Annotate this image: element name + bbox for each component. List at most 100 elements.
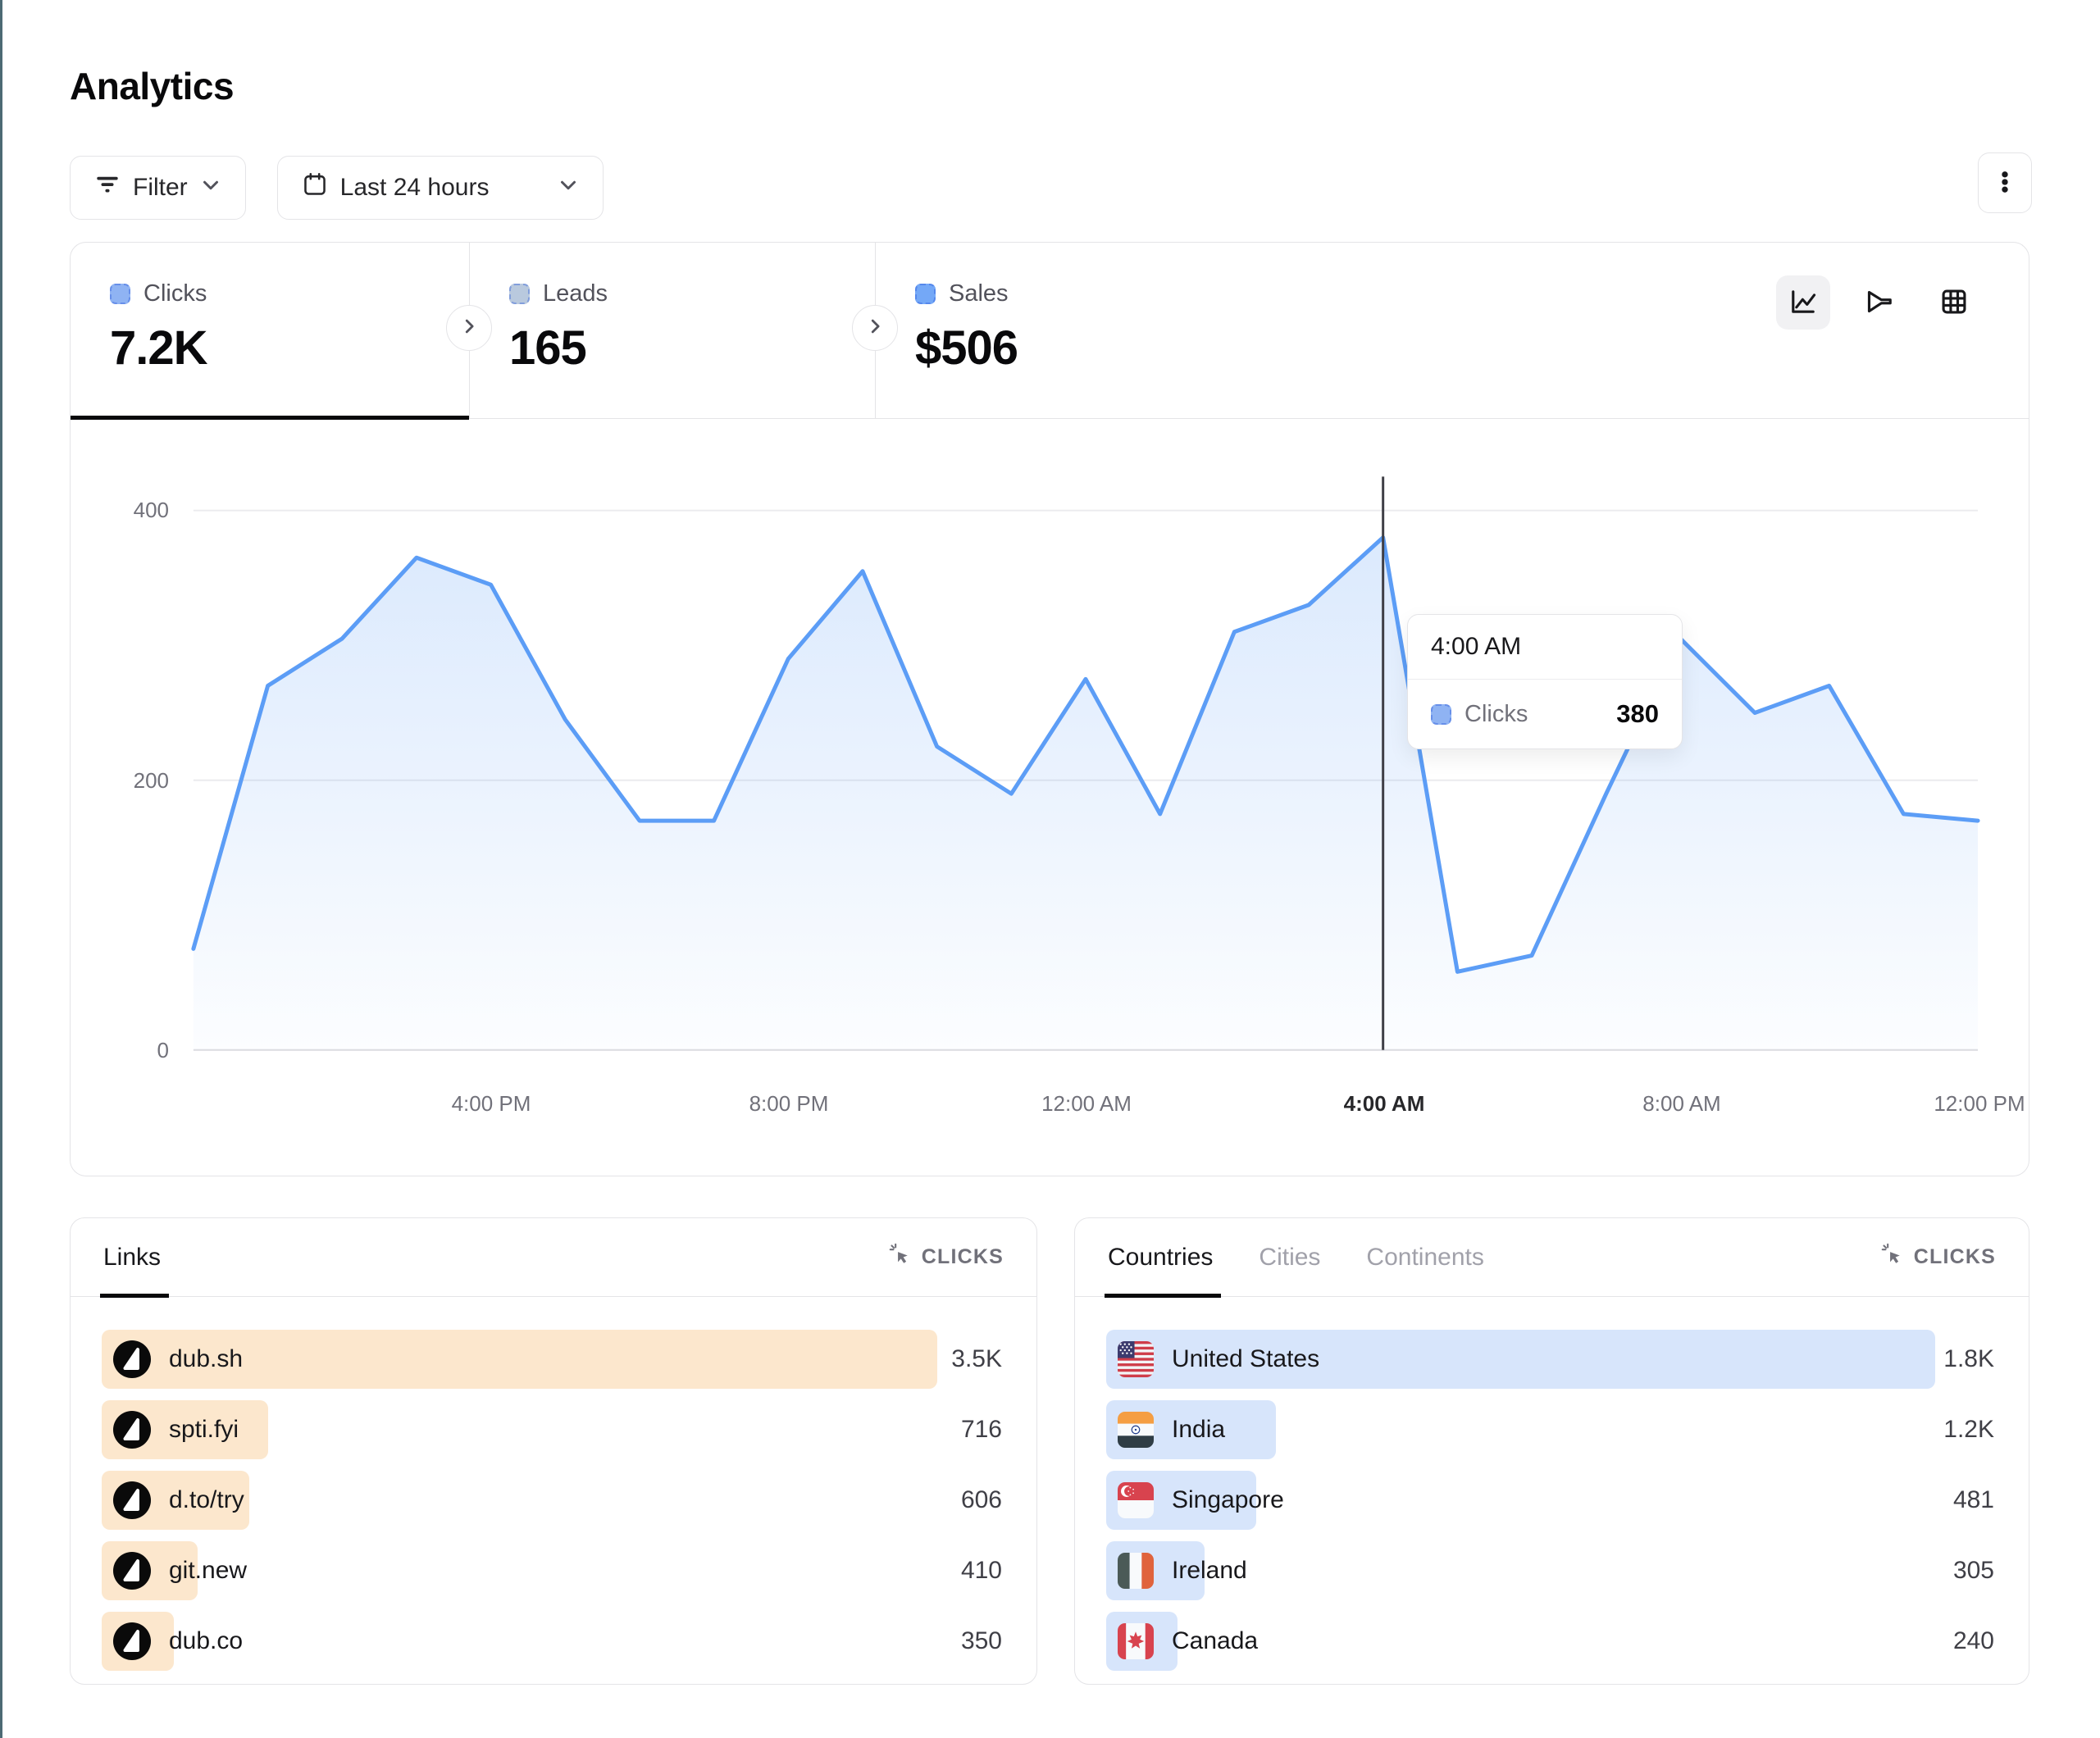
stat-tab-sales[interactable]: Sales $506 bbox=[875, 243, 2029, 418]
flag-ca-icon bbox=[1118, 1623, 1154, 1659]
expand-clicks-button[interactable] bbox=[446, 305, 492, 351]
flag-in-icon bbox=[1118, 1412, 1154, 1448]
list-item-value: 716 bbox=[961, 1416, 1002, 1444]
tooltip-swatch-icon bbox=[1431, 704, 1451, 725]
filter-button[interactable]: Filter bbox=[70, 156, 246, 220]
dub-logo-icon bbox=[113, 1552, 151, 1590]
stat-tab-clicks[interactable]: Clicks 7.2K bbox=[71, 243, 469, 418]
list-item[interactable]: spti.fyi 716 bbox=[102, 1400, 1005, 1459]
flag-sg-icon bbox=[1118, 1482, 1154, 1518]
list-item-label: Singapore bbox=[1172, 1486, 1953, 1514]
x-axis-label: 8:00 AM bbox=[1642, 1091, 1720, 1117]
stat-label: Clicks bbox=[143, 280, 207, 307]
line-chart-view-button[interactable] bbox=[1776, 275, 1830, 330]
leads-swatch-icon bbox=[509, 284, 530, 304]
y-axis-label: 200 bbox=[71, 768, 169, 794]
chevron-down-icon bbox=[558, 174, 578, 202]
calendar-icon bbox=[303, 172, 327, 203]
list-item-label: dub.co bbox=[169, 1627, 961, 1655]
y-axis-label: 0 bbox=[71, 1038, 169, 1063]
clicks-swatch-icon bbox=[110, 284, 130, 304]
tab-continents[interactable]: Continents bbox=[1366, 1218, 1483, 1296]
line-chart-icon bbox=[1788, 286, 1819, 320]
list-item-label: git.new bbox=[169, 1557, 961, 1585]
tooltip-time: 4:00 AM bbox=[1408, 615, 1682, 680]
list-item-label: d.to/try bbox=[169, 1486, 961, 1514]
geo-panel: Countries Cities Continents CLICKS United … bbox=[1074, 1217, 2029, 1685]
funnel-icon bbox=[95, 172, 120, 203]
list-item[interactable]: dub.co 350 bbox=[102, 1612, 1005, 1671]
x-axis-label: 12:00 AM bbox=[1041, 1091, 1132, 1117]
dub-logo-icon bbox=[113, 1622, 151, 1660]
links-panel: Links CLICKS dub.sh 3.5K spti.fyi 716 d.… bbox=[70, 1217, 1037, 1685]
y-axis-label: 400 bbox=[71, 498, 169, 523]
sales-swatch-icon bbox=[915, 284, 936, 304]
window-edge bbox=[0, 0, 2, 1738]
tab-cities[interactable]: Cities bbox=[1259, 1218, 1320, 1296]
toolbar: Filter Last 24 hours bbox=[70, 156, 604, 220]
x-axis-label: 12:00 PM bbox=[1934, 1091, 2025, 1117]
date-range-label: Last 24 hours bbox=[340, 174, 490, 202]
tooltip-value: 380 bbox=[1616, 699, 1659, 729]
dub-logo-icon bbox=[113, 1411, 151, 1449]
list-item[interactable]: United States 1.8K bbox=[1106, 1330, 1998, 1389]
table-grid-icon bbox=[1938, 286, 1970, 320]
tab-countries[interactable]: Countries bbox=[1108, 1218, 1213, 1296]
list-item[interactable]: Singapore 481 bbox=[1106, 1471, 1998, 1530]
geo-tabs: Countries Cities Continents bbox=[1108, 1218, 1484, 1296]
list-item-value: 606 bbox=[961, 1486, 1002, 1514]
list-item[interactable]: dub.sh 3.5K bbox=[102, 1330, 1005, 1389]
chart-view-toggles bbox=[1776, 275, 1981, 330]
expand-leads-button[interactable] bbox=[852, 305, 898, 351]
x-axis-label: 8:00 PM bbox=[749, 1091, 829, 1117]
list-item[interactable]: d.to/try 606 bbox=[102, 1471, 1005, 1530]
links-tabs: Links bbox=[103, 1218, 161, 1296]
links-metric-sort[interactable]: CLICKS bbox=[889, 1243, 1004, 1272]
dub-logo-icon bbox=[113, 1481, 151, 1519]
list-item-value: 240 bbox=[1953, 1627, 1994, 1655]
tooltip-metric: Clicks bbox=[1465, 701, 1528, 728]
list-item-label: India bbox=[1172, 1416, 1943, 1444]
kebab-menu-icon bbox=[1988, 166, 2021, 201]
more-options-button[interactable] bbox=[1978, 152, 2032, 213]
metric-label-text: CLICKS bbox=[1914, 1245, 1996, 1269]
links-list: dub.sh 3.5K spti.fyi 716 d.to/try 606 gi… bbox=[71, 1297, 1036, 1671]
chevron-right-icon bbox=[866, 317, 884, 339]
stats-row: Clicks 7.2K Leads 165 Sales $506 bbox=[71, 243, 2029, 419]
list-item-value: 410 bbox=[961, 1557, 1002, 1585]
list-item-label: United States bbox=[1172, 1345, 1943, 1373]
list-item-label: Ireland bbox=[1172, 1557, 1953, 1585]
list-item-label: dub.sh bbox=[169, 1345, 951, 1373]
analytics-card: Clicks 7.2K Leads 165 Sales $506 bbox=[70, 242, 2029, 1176]
list-item-value: 1.2K bbox=[1943, 1416, 1994, 1444]
clicks-chart[interactable]: 0 200 400 4:00 PM 8:00 PM 12:00 AM 4:00 AM 8:0… bbox=[71, 419, 2029, 1173]
filter-button-label: Filter bbox=[133, 174, 188, 202]
table-view-button[interactable] bbox=[1927, 275, 1981, 330]
chart-tooltip: 4:00 AM Clicks 380 bbox=[1407, 614, 1683, 749]
list-item[interactable]: Ireland 305 bbox=[1106, 1541, 1998, 1600]
stat-value: 165 bbox=[509, 321, 875, 375]
list-item[interactable]: git.new 410 bbox=[102, 1541, 1005, 1600]
list-item-label: spti.fyi bbox=[169, 1416, 961, 1444]
cursor-click-icon bbox=[889, 1243, 912, 1272]
stat-tab-leads[interactable]: Leads 165 bbox=[469, 243, 875, 418]
stat-label: Sales bbox=[949, 280, 1009, 307]
list-item-label: Canada bbox=[1172, 1627, 1953, 1655]
date-range-button[interactable]: Last 24 hours bbox=[277, 156, 604, 220]
page-title: Analytics bbox=[70, 64, 234, 108]
area-chart-canvas bbox=[71, 419, 2029, 1173]
tab-links[interactable]: Links bbox=[103, 1218, 161, 1296]
list-item-value: 305 bbox=[1953, 1557, 1994, 1585]
x-axis-label: 4:00 AM bbox=[1344, 1091, 1425, 1117]
dub-logo-icon bbox=[113, 1340, 151, 1378]
funnel-view-button[interactable] bbox=[1852, 275, 1906, 330]
x-axis-label: 4:00 PM bbox=[452, 1091, 531, 1117]
list-item[interactable]: Canada 240 bbox=[1106, 1612, 1998, 1671]
funnel-view-icon bbox=[1863, 286, 1894, 320]
geo-metric-sort[interactable]: CLICKS bbox=[1881, 1243, 1996, 1272]
cursor-click-icon bbox=[1881, 1243, 1904, 1272]
chevron-right-icon bbox=[460, 317, 478, 339]
stat-value: 7.2K bbox=[110, 321, 469, 375]
list-item-value: 350 bbox=[961, 1627, 1002, 1655]
list-item[interactable]: India 1.2K bbox=[1106, 1400, 1998, 1459]
